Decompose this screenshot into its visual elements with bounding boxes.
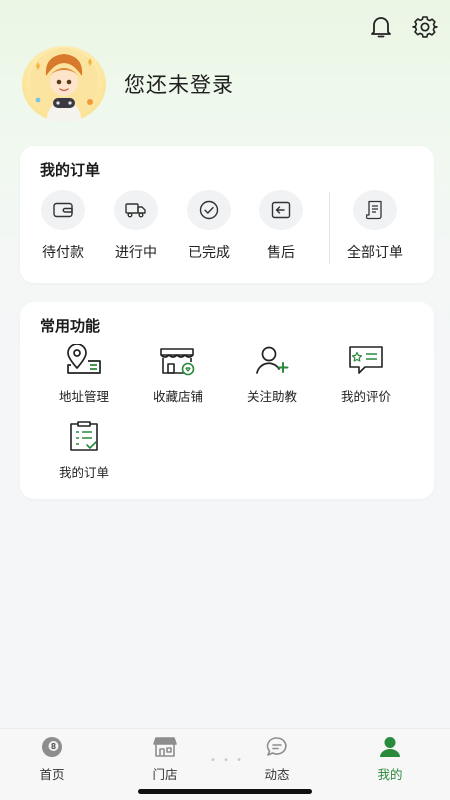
wallet-icon [41,190,85,230]
order-label: 进行中 [115,245,157,261]
function-label: 我的订单 [58,465,109,480]
profile-header[interactable]: 您还未登录 [22,46,234,122]
order-label: 待付款 [42,245,84,261]
function-favorite-store[interactable]: 收藏店铺 [138,342,218,405]
orders-card: 我的订单 待付款 进行中 已完成 售后 全部订单 [20,146,434,283]
svg-text:8: 8 [51,742,56,751]
functions-title: 常用功能 [40,317,101,335]
function-follow-assistant[interactable]: 关注助教 [232,342,312,405]
function-label: 我的评价 [340,389,391,404]
tab-mine[interactable]: 我的 [350,735,430,783]
order-completed[interactable]: 已完成 [179,190,239,262]
bell-icon[interactable] [366,12,396,42]
receipt-icon [353,190,397,230]
function-my-orders[interactable]: 我的订单 [44,418,124,481]
address-icon [62,342,106,378]
divider [329,192,330,264]
return-icon [259,190,303,230]
function-label: 关注助教 [246,389,297,404]
order-label: 售后 [267,245,295,261]
order-after-sales[interactable]: 售后 [251,190,311,262]
chat-bubble-icon [264,735,290,759]
follow-user-icon [250,342,294,378]
truck-icon [114,190,158,230]
function-label: 地址管理 [58,389,109,404]
function-address[interactable]: 地址管理 [44,342,124,405]
function-label: 收藏店铺 [152,389,203,404]
tab-store[interactable]: 门店 [125,735,205,783]
order-in-progress[interactable]: 进行中 [106,190,166,262]
check-circle-icon [187,190,231,230]
home-indicator [138,789,312,794]
tab-label: 首页 [39,767,65,782]
tab-bar: 8 首页 门店 • • • 动态 我的 [0,728,450,788]
login-prompt[interactable]: 您还未登录 [124,69,234,99]
store-icon [152,735,178,759]
function-my-reviews[interactable]: 我的评价 [326,342,406,405]
order-label: 已完成 [188,245,230,261]
functions-card: 常用功能 地址管理 收藏店铺 关注助教 我的评价 我的订单 [20,302,434,499]
favorite-store-icon [156,342,200,378]
tab-label: 动态 [264,767,290,782]
order-all[interactable]: 全部订单 [343,190,407,262]
avatar[interactable] [22,46,106,122]
orders-title: 我的订单 [40,161,101,179]
tab-home[interactable]: 8 首页 [12,735,92,783]
order-label: 全部订单 [347,245,403,261]
order-pending-payment[interactable]: 待付款 [33,190,93,262]
tab-feed[interactable]: 动态 [237,735,317,783]
tab-label: 我的 [377,767,403,782]
billiard-ball-icon: 8 [39,735,65,759]
gear-icon[interactable] [410,12,440,42]
review-icon [344,342,388,378]
user-icon [377,735,403,759]
order-list-icon [62,418,106,454]
tab-label: 门店 [152,767,178,782]
